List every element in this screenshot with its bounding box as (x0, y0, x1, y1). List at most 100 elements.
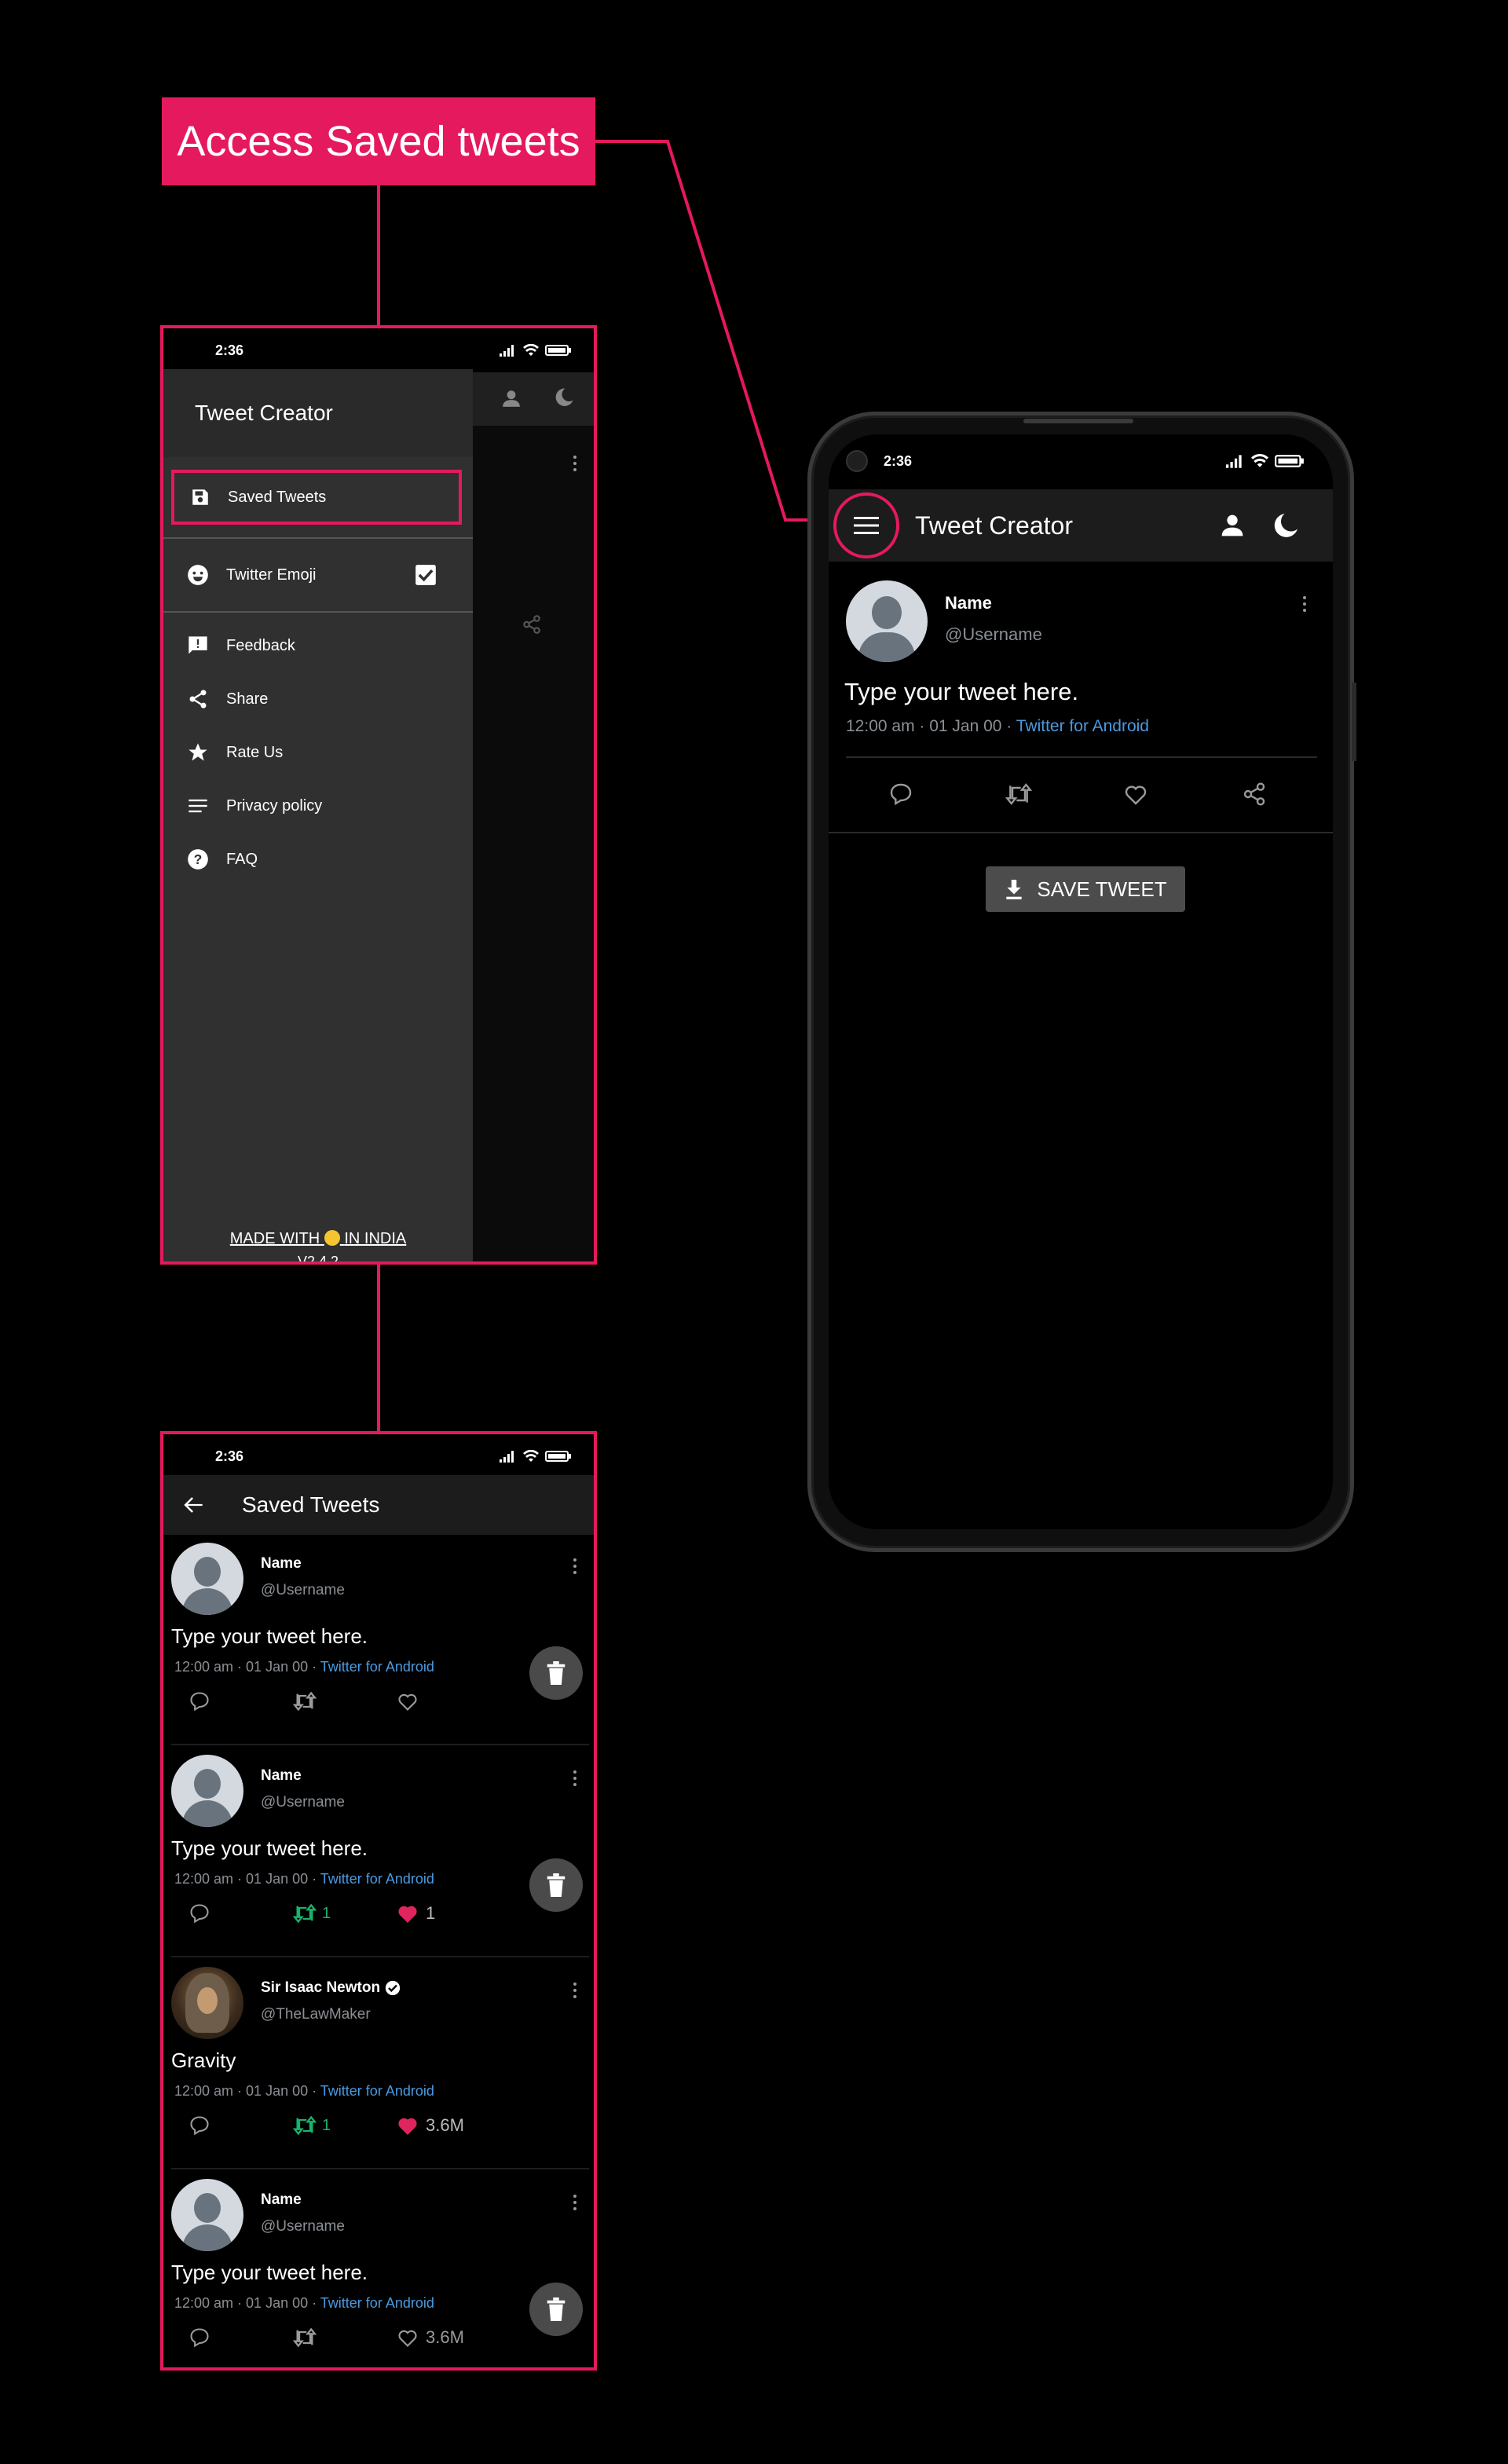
tweet-text[interactable]: Type your tweet here. (171, 2261, 368, 2285)
share-icon[interactable] (1242, 782, 1267, 807)
tweet-username[interactable]: @Username (945, 624, 1042, 645)
tweet-username[interactable]: @Username (261, 2218, 345, 2235)
more-icon (573, 456, 578, 471)
reply-icon[interactable] (188, 1902, 210, 1924)
checkbox-checked-icon[interactable] (415, 564, 437, 586)
drawer-footer[interactable]: MADE WITH IN INDIA (163, 1230, 473, 1248)
reply-icon[interactable] (888, 782, 913, 807)
like-action[interactable]: 3.6M (396, 2327, 464, 2349)
retweet-action[interactable] (292, 2327, 322, 2349)
more-icon[interactable] (573, 2195, 578, 2210)
save-icon (192, 489, 208, 505)
drawer-item-label: Feedback (226, 636, 295, 654)
tweet-source[interactable]: Twitter for Android (1016, 717, 1149, 735)
avatar[interactable] (846, 580, 928, 662)
avatar[interactable] (171, 1755, 243, 1827)
app-bar: Tweet Creator (829, 489, 1333, 562)
delete-button[interactable] (529, 1858, 583, 1912)
tweet-name[interactable]: Name (261, 2191, 302, 2209)
emoji-icon (188, 565, 208, 585)
avatar[interactable] (171, 1543, 243, 1615)
reply-icon[interactable] (188, 2327, 210, 2349)
tweet-source[interactable]: Twitter for Android (320, 2295, 434, 2311)
status-time: 2:36 (215, 342, 244, 358)
drawer-item-label: Twitter Emoji (226, 566, 317, 584)
list-icon (188, 799, 207, 813)
like-action[interactable]: 3.6M (396, 2114, 464, 2136)
theme-toggle-icon[interactable] (1272, 511, 1300, 540)
wifi-icon (523, 1450, 539, 1462)
tweet-timestamp: 12:00 am · 01 Jan 00 · (174, 1871, 320, 1887)
like-action[interactable]: 1 (396, 1902, 435, 1924)
tweet-username[interactable]: @TheLawMaker (261, 2006, 371, 2023)
tweet-text[interactable]: Gravity (171, 2048, 236, 2073)
tweet-source[interactable]: Twitter for Android (320, 1659, 434, 1675)
tweet-meta: 12:00 am · 01 Jan 00 · Twitter for Andro… (174, 1871, 434, 1887)
reply-icon[interactable] (188, 1690, 210, 1712)
drawer-item-label: Privacy policy (226, 796, 323, 815)
phone-screen: 2:36 Tweet Creator Name @Username Type y… (829, 434, 1333, 1529)
more-icon[interactable] (573, 1770, 578, 1786)
saved-tweets-screen: 2:36 Saved Tweets Name @Username Type yo… (160, 1431, 597, 2371)
like-count: 3.6M (426, 2115, 464, 2135)
tweet-name[interactable]: Name (261, 1555, 302, 1572)
saved-app-bar: Saved Tweets (163, 1475, 594, 1535)
svg-text:?: ? (194, 851, 203, 867)
like-icon[interactable] (1122, 782, 1149, 807)
drawer-item-rate-us[interactable]: Rate Us (163, 729, 473, 776)
drawer-item-twitter-emoji[interactable]: Twitter Emoji (163, 551, 473, 599)
theme-icon (555, 388, 573, 406)
drawer-item-saved-tweets[interactable]: Saved Tweets (171, 470, 462, 525)
tweet-username[interactable]: @Username (261, 1794, 345, 1811)
tweet-source[interactable]: Twitter for Android (320, 2083, 434, 2099)
trash-icon (547, 1873, 566, 1897)
like-action[interactable] (396, 1690, 426, 1712)
person-icon[interactable] (1220, 513, 1245, 538)
saved-tweet-row[interactable]: Name @Username Type your tweet here. 12:… (163, 1747, 594, 1959)
retweet-icon (292, 2327, 317, 2348)
tweet-meta: 12:00 am · 01 Jan 00 · Twitter for Andro… (846, 717, 1149, 736)
save-tweet-button[interactable]: SAVE TWEET (986, 866, 1185, 912)
delete-button[interactable] (529, 2283, 583, 2336)
saved-tweet-row[interactable]: Name @Username Type your tweet here. 12:… (163, 2171, 594, 2367)
dimmed-app-area[interactable] (473, 369, 594, 1261)
drawer-item-share[interactable]: Share (163, 675, 473, 723)
tweet-name[interactable]: Name (261, 1767, 302, 1785)
more-icon[interactable] (1303, 596, 1308, 612)
retweet-icon (292, 1903, 317, 1924)
tweet-name[interactable]: Name (945, 593, 992, 613)
reply-icon[interactable] (188, 2114, 210, 2136)
tweet-source[interactable]: Twitter for Android (320, 1871, 434, 1887)
tweet-text[interactable]: Type your tweet here. (171, 1624, 368, 1649)
retweet-action[interactable]: 1 (292, 1902, 331, 1924)
app-version: V2.4.2 (297, 1254, 339, 1265)
avatar[interactable] (171, 2179, 243, 2251)
drawer-item-privacy-policy[interactable]: Privacy policy (163, 782, 473, 829)
signal-icon (500, 345, 514, 357)
status-bar: 2:36 (829, 439, 1333, 483)
tweet-timestamp: 12:00 am · 01 Jan 00 · (174, 2295, 320, 2311)
back-arrow-icon[interactable] (182, 1494, 204, 1516)
tweet-name-text: Name (261, 1555, 302, 1572)
tweet-meta: 12:00 am · 01 Jan 00 · Twitter for Andro… (174, 1659, 434, 1675)
tweet-name-text: Sir Isaac Newton (261, 1979, 381, 1996)
wifi-icon (523, 344, 539, 356)
menu-button-highlight[interactable] (833, 492, 899, 558)
tweet-name[interactable]: Sir Isaac Newton (261, 1979, 401, 1997)
retweet-icon[interactable] (1005, 782, 1033, 807)
avatar[interactable] (171, 1967, 243, 2039)
tweet-username[interactable]: @Username (261, 1582, 345, 1599)
heart-icon (398, 2118, 417, 2135)
saved-tweet-row[interactable]: Sir Isaac Newton @TheLawMaker Gravity 12… (163, 1959, 594, 2171)
more-icon[interactable] (573, 1558, 578, 1574)
tweet-text[interactable]: Type your tweet here. (171, 1836, 368, 1861)
tweet-text[interactable]: Type your tweet here. (844, 678, 1078, 706)
status-time: 2:36 (884, 452, 913, 469)
drawer-item-faq[interactable]: ? FAQ (163, 836, 473, 883)
drawer-item-feedback[interactable]: Feedback (163, 622, 473, 669)
more-icon[interactable] (573, 1983, 578, 1998)
retweet-action[interactable]: 1 (292, 2114, 331, 2136)
saved-tweet-row[interactable]: Name @Username Type your tweet here. 12:… (163, 1535, 594, 1747)
retweet-action[interactable] (292, 1690, 322, 1712)
delete-button[interactable] (529, 1646, 583, 1700)
